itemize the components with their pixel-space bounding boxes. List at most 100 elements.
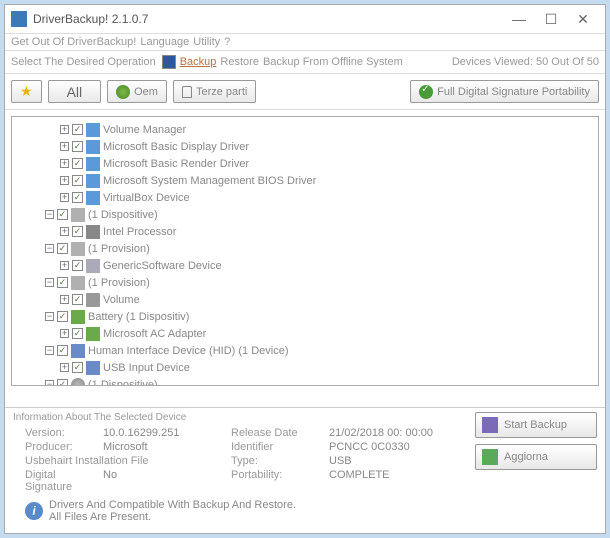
expand-icon[interactable]: + [60,295,69,304]
expand-icon[interactable]: + [60,329,69,338]
operation-label: Select The Desired Operation [11,56,156,68]
checkbox[interactable]: ✓ [72,226,83,237]
checkbox[interactable]: ✓ [57,277,68,288]
tree-label: Microsoft System Management BIOS Driver [103,175,316,187]
window-title: DriverBackup! 2.1.0.7 [33,12,503,26]
expand-icon[interactable]: − [45,244,54,253]
tree-row[interactable]: +✓ USB Input Device [20,359,590,376]
checkbox[interactable]: ✓ [72,175,83,186]
filter-all[interactable]: All [48,80,102,103]
tree-label: USB Input Device [103,362,190,374]
tree-label: Volume Manager [103,124,186,136]
checkbox[interactable]: ✓ [72,192,83,203]
menu-exit[interactable]: Get Out Of DriverBackup! [11,36,136,48]
device-icon [71,378,85,387]
device-icon [86,140,100,154]
file-label: Usbehairt Installation File [25,455,223,467]
expand-icon[interactable]: − [45,312,54,321]
tree-row[interactable]: +✓VirtualBox Device [20,189,590,206]
tree-label: Microsoft Basic Render Driver [103,158,249,170]
expand-icon[interactable]: + [60,125,69,134]
checkbox[interactable]: ✓ [72,124,83,135]
identifier-value: PCNCC 0C0330 [329,441,449,453]
device-icon [86,327,100,341]
type-label: Type: [231,455,321,467]
tree-row[interactable]: +✓ Microsoft Basic Render Driver [20,155,590,172]
device-tree[interactable]: +✓Volume Manager+✓Microsoft Basic Displa… [11,116,599,386]
maximize-button[interactable]: ☐ [535,9,567,29]
tree-row[interactable]: +✓ Microsoft System Management BIOS Drive… [20,172,590,189]
checkbox[interactable]: ✓ [57,379,68,386]
filter-oem[interactable]: Oem [107,80,167,103]
expand-icon[interactable]: − [45,278,54,287]
expand-icon[interactable]: + [60,261,69,270]
checkbox[interactable]: ✓ [72,294,83,305]
menu-language[interactable]: Language [140,36,189,48]
device-icon [86,174,100,188]
info-icon: i [25,502,43,520]
checkbox[interactable]: ✓ [57,243,68,254]
app-window: DriverBackup! 2.1.0.7 — ☐ ✕ Get Out Of D… [4,4,606,534]
sig-label: Digital Signature [25,469,95,493]
expand-icon[interactable]: − [45,346,54,355]
lock-icon [182,86,192,98]
tree-row[interactable]: −✓(1 Provision) [20,240,590,257]
op-offline[interactable]: Backup From Offline System [263,56,403,68]
tree-row[interactable]: −✓(1 Dispositive) [20,206,590,223]
checkbox[interactable]: ✓ [57,209,68,220]
menu-help[interactable]: ? [224,36,230,48]
save-icon [162,55,176,69]
tree-row[interactable]: +✓ Volume [20,291,590,308]
menu-utility[interactable]: Utility [193,36,220,48]
checkbox[interactable]: ✓ [57,345,68,356]
expand-icon[interactable]: + [60,159,69,168]
app-icon [11,11,27,27]
expand-icon[interactable]: + [60,227,69,236]
start-backup-button[interactable]: Start Backup [475,412,597,438]
checkbox[interactable]: ✓ [72,260,83,271]
device-icon [86,225,100,239]
globe-icon [116,85,130,99]
release-value: 21/02/2018 00: 00:00 [329,427,449,439]
expand-icon[interactable]: + [60,193,69,202]
device-icon [71,208,85,222]
port-value: COMPLETE [329,469,449,493]
tree-row[interactable]: +✓ GenericSoftware Device [20,257,590,274]
refresh-icon [482,449,498,465]
device-icon [86,361,100,375]
device-icon [86,191,100,205]
devices-count: Devices Viewed: 50 Out Of 50 [452,56,599,68]
expand-icon[interactable]: − [45,380,54,386]
checkbox[interactable]: ✓ [72,362,83,373]
tree-row[interactable]: −✓Human Interface Device (HID) (1 Device… [20,342,590,359]
expand-icon[interactable]: + [60,176,69,185]
update-button[interactable]: Aggiorna [475,444,597,470]
op-backup[interactable]: Backup [180,56,217,68]
tree-row[interactable]: −✓(1 Provision) [20,274,590,291]
filter-third-party[interactable]: Terze parti [173,80,256,103]
filter-signature[interactable]: Full Digital Signature Portability [410,80,599,103]
expand-icon[interactable]: + [60,142,69,151]
checkbox[interactable]: ✓ [72,158,83,169]
tree-row[interactable]: +✓Microsoft Basic Display Driver [20,138,590,155]
tree-label: Microsoft AC Adapter [103,328,206,340]
expand-icon[interactable]: + [60,363,69,372]
info-panel: Information About The Selected Device Ve… [5,407,605,533]
tree-row[interactable]: +✓Intel Processor [20,223,590,240]
tree-row[interactable]: −✓(1 Dispositive) [20,376,590,386]
tree-row[interactable]: +✓ Volume Manager [20,121,590,138]
checkbox[interactable]: ✓ [72,328,83,339]
port-label: Portability: [231,469,321,493]
op-restore[interactable]: Restore [220,56,259,68]
tree-label: Volume [103,294,140,306]
minimize-button[interactable]: — [503,9,535,29]
checkbox[interactable]: ✓ [72,141,83,152]
tree-label: GenericSoftware Device [103,260,222,272]
expand-icon[interactable]: − [45,210,54,219]
close-button[interactable]: ✕ [567,9,599,29]
menubar: Get Out Of DriverBackup! Language Utilit… [5,34,605,51]
tree-row[interactable]: +✓ Microsoft AC Adapter [20,325,590,342]
filter-favorites[interactable]: ★ [11,80,42,103]
tree-row[interactable]: −✓Battery (1 Dispositiv) [20,308,590,325]
checkbox[interactable]: ✓ [57,311,68,322]
